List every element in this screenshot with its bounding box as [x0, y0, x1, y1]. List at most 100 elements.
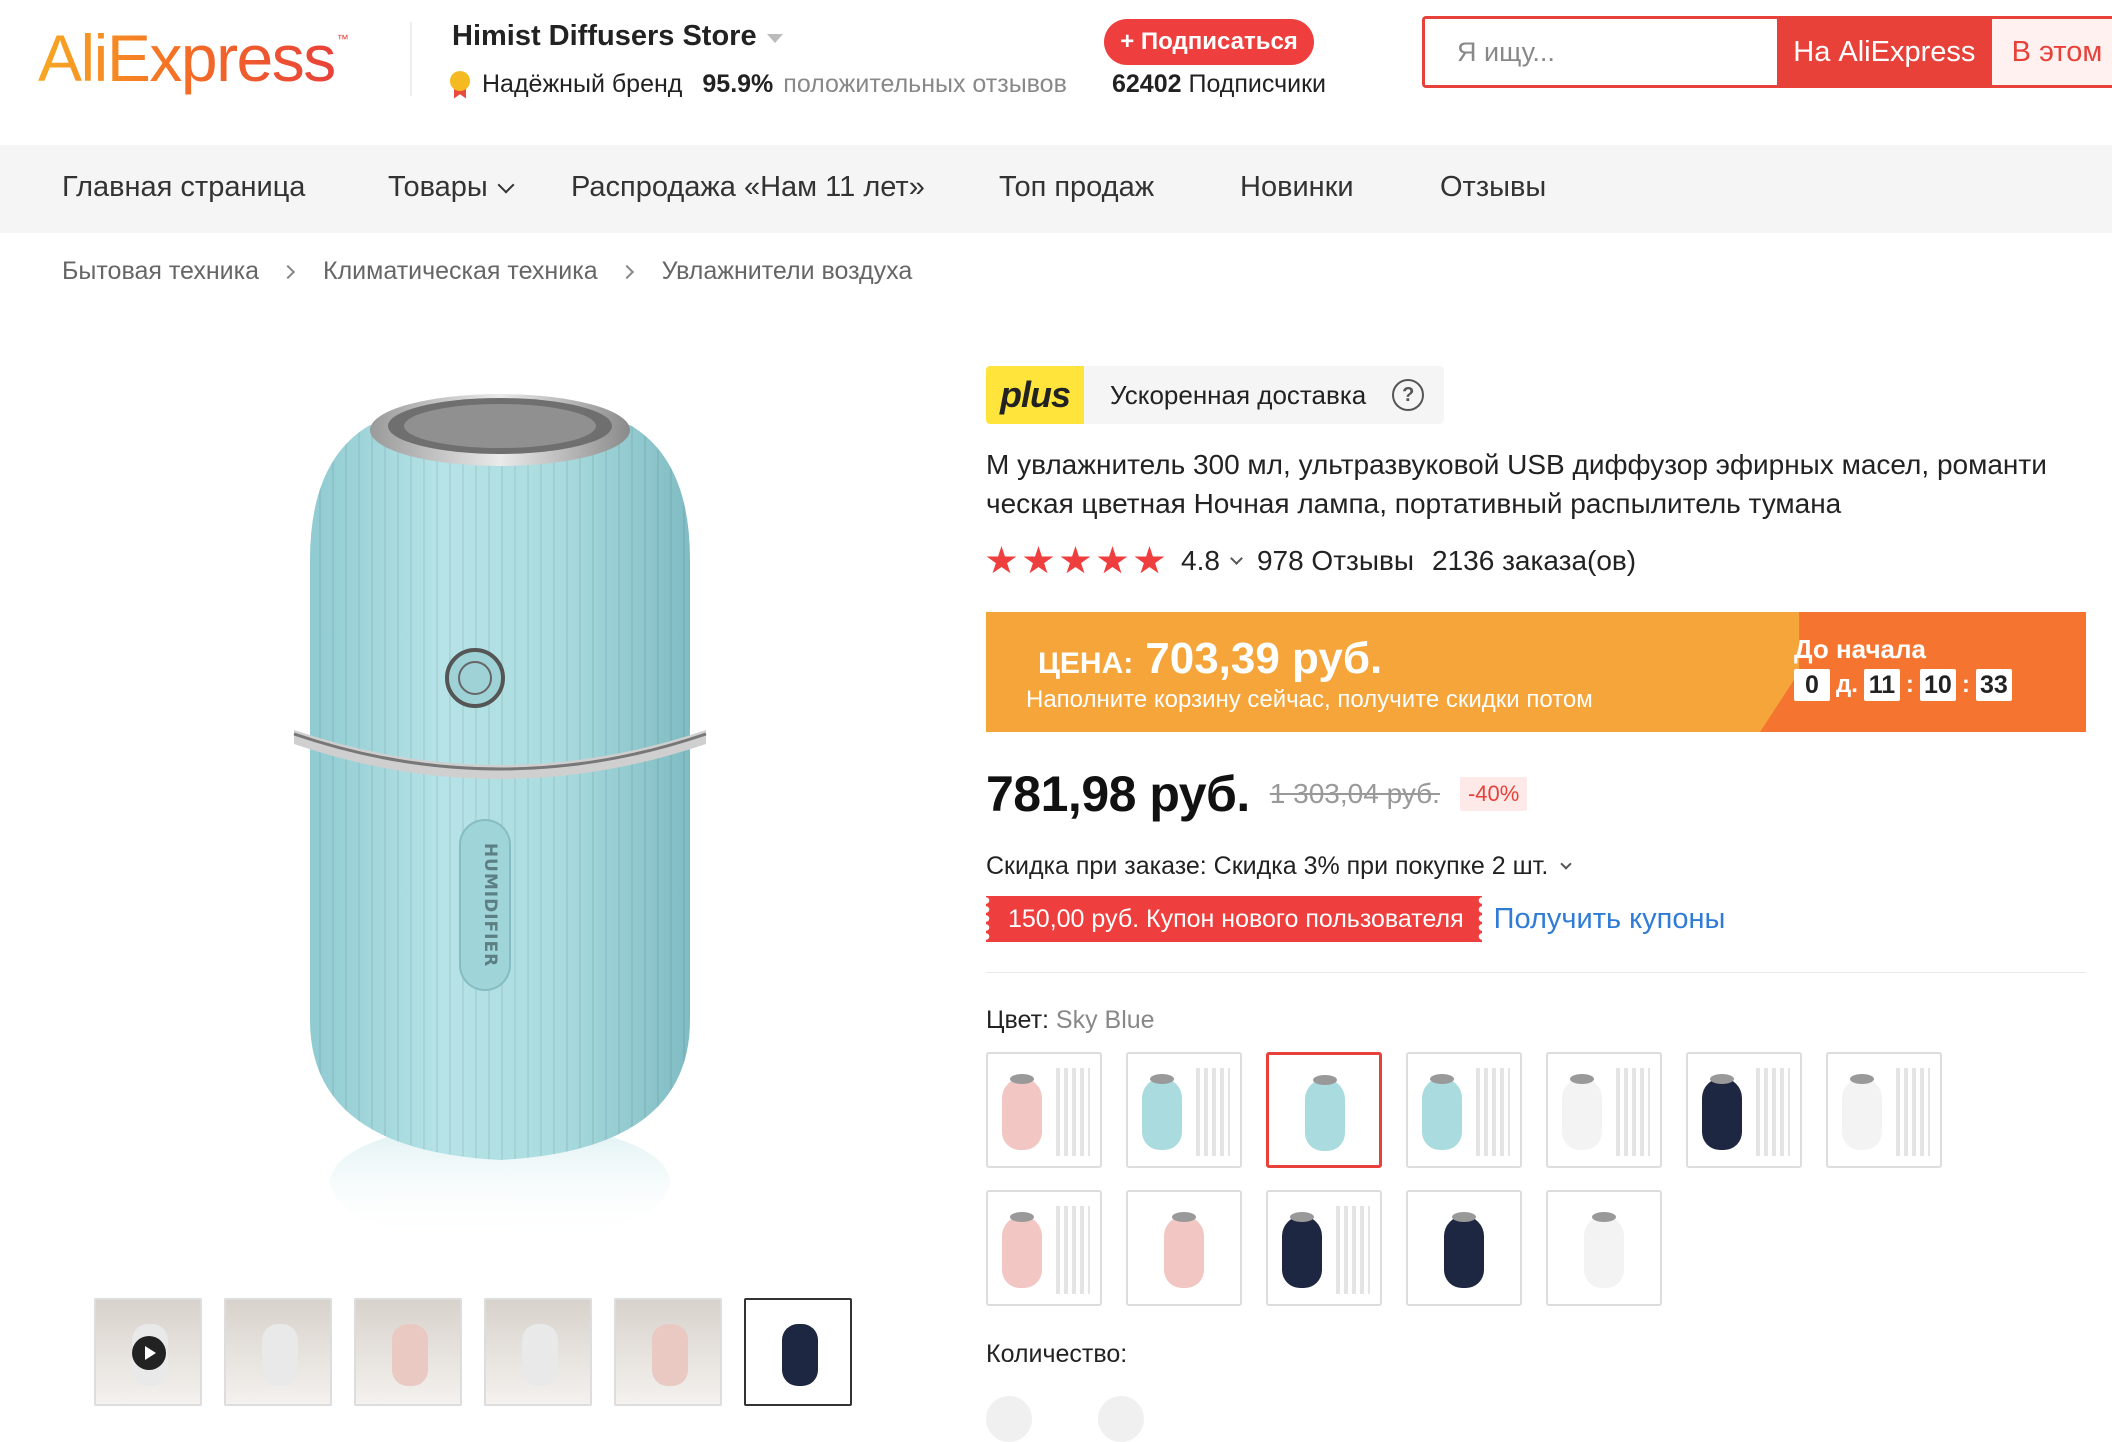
swatch-product-cap: [1570, 1074, 1594, 1084]
rating-value[interactable]: 4.8: [1181, 545, 1220, 577]
timer-separator: :: [1905, 671, 1914, 698]
image-thumbnails: [94, 1298, 852, 1406]
image-thumbnail[interactable]: [94, 1298, 202, 1406]
nav-item-home[interactable]: Главная страница: [62, 171, 305, 204]
swatch-product-image: [1562, 1078, 1602, 1150]
quantity-increase-button[interactable]: [1098, 1396, 1144, 1442]
product-title: М увлажнитель 300 мл, ультразвуковой USB…: [986, 449, 2047, 519]
banner-price-value: 703,39 руб.: [1145, 634, 1383, 683]
image-thumbnail[interactable]: [484, 1298, 592, 1406]
nav-item-label: Главная страница: [62, 171, 306, 203]
current-price: 781,98 руб.: [986, 766, 1250, 822]
thumbnail-product-image: [262, 1324, 298, 1386]
subscribe-button[interactable]: + Подписаться: [1104, 19, 1314, 65]
play-icon[interactable]: [132, 1336, 166, 1370]
swatch-product-image: [1584, 1216, 1624, 1288]
nav-item-reviews[interactable]: Отзывы: [1440, 171, 1546, 204]
swatch-product-cap: [1710, 1074, 1734, 1084]
timer-hours: 11: [1863, 669, 1900, 701]
product-main-image[interactable]: HUMIDIFIER: [150, 330, 870, 1270]
store-nav: Главная страница Товары Распродажа «Нам …: [0, 145, 2112, 233]
search-input[interactable]: [1425, 19, 1777, 85]
store-name-text: Himist Diffusers Store: [452, 20, 757, 52]
breadcrumb-item[interactable]: Бытовая техника: [62, 257, 259, 286]
store-name[interactable]: Himist Diffusers Store: [452, 20, 783, 53]
discount-badge: -40%: [1459, 777, 1528, 811]
star-icon: [1023, 546, 1054, 574]
color-swatch[interactable]: [1546, 1052, 1662, 1168]
logo-text: AliExpress: [38, 18, 336, 98]
positive-percent: 95.9%: [702, 70, 774, 98]
bulk-discount[interactable]: Скидка при заказе: Скидка 3% при покупке…: [986, 852, 1572, 881]
star-icon: [1060, 546, 1091, 574]
image-thumbnail[interactable]: [354, 1298, 462, 1406]
swatch-product-cap: [1313, 1075, 1337, 1085]
color-swatch[interactable]: [1546, 1190, 1662, 1306]
swatch-product-cap: [1150, 1074, 1174, 1084]
timer-days-unit: д.: [1836, 671, 1858, 698]
new-user-coupon: 150,00 руб. Купон нового пользователя: [986, 896, 1482, 942]
timer-minutes: 10: [1919, 669, 1956, 701]
swatch-product-image: [1444, 1216, 1484, 1288]
help-icon[interactable]: ?: [1392, 379, 1425, 411]
nav-item-top-sales[interactable]: Топ продаж: [999, 171, 1154, 204]
star-icon: [1134, 546, 1165, 574]
swatch-product-cap: [1010, 1212, 1034, 1222]
image-thumbnail[interactable]: [224, 1298, 332, 1406]
color-swatch[interactable]: [986, 1052, 1102, 1168]
color-swatch[interactable]: [1826, 1052, 1942, 1168]
aliexpress-logo[interactable]: AliExpress ™: [38, 18, 349, 98]
search-store-button[interactable]: В этом: [1991, 19, 2112, 85]
reviews-count[interactable]: 978 Отзывы: [1257, 545, 1414, 577]
color-swatch[interactable]: [1686, 1052, 1802, 1168]
subscribers-number: 62402: [1112, 70, 1182, 98]
countdown-timer: До начала 0 д. 11 : 10 : 33: [1794, 634, 2012, 701]
swatch-product-cap: [1592, 1212, 1616, 1222]
swatch-product-image: [1002, 1216, 1042, 1288]
nav-item-label: Топ продаж: [999, 171, 1155, 203]
nav-item-label: Новинки: [1240, 171, 1354, 203]
swatch-refill-sticks: [1336, 1206, 1370, 1294]
store-meta: Надёжный бренд 95.9% положительных отзыв…: [448, 70, 1067, 99]
swatch-product-cap: [1010, 1074, 1034, 1084]
swatch-refill-sticks: [1476, 1068, 1510, 1156]
plus-logo: plus: [986, 366, 1084, 424]
swatch-refill-sticks: [1056, 1068, 1090, 1156]
swatch-product-image: [1305, 1079, 1345, 1151]
color-swatch[interactable]: [1266, 1190, 1382, 1306]
timer-title: До начала: [1794, 634, 1926, 664]
color-swatch[interactable]: [986, 1190, 1102, 1306]
color-swatch[interactable]: [1266, 1052, 1382, 1168]
nav-item-sale[interactable]: Распродажа «Нам 11 лет»: [571, 171, 925, 204]
thumbnail-product-image: [782, 1324, 818, 1386]
swatch-product-cap: [1172, 1212, 1196, 1222]
search-aliexpress-button[interactable]: На AliExpress: [1777, 19, 1992, 85]
chevron-down-icon[interactable]: [766, 34, 783, 43]
breadcrumb-item[interactable]: Климатическая техника: [323, 257, 598, 286]
brand-badge: Надёжный бренд: [482, 70, 683, 98]
color-swatch[interactable]: [1126, 1190, 1242, 1306]
chevron-down-icon[interactable]: [1230, 551, 1243, 565]
site-header: AliExpress ™ Himist Diffusers Store Надё…: [0, 0, 2112, 145]
swatch-product-image: [1164, 1216, 1204, 1288]
color-swatch[interactable]: [1406, 1190, 1522, 1306]
medal-icon: [448, 70, 472, 99]
color-swatch[interactable]: [1126, 1052, 1242, 1168]
get-coupons-link[interactable]: Получить купоны: [1494, 903, 1726, 936]
nav-item-products[interactable]: Товары: [388, 171, 515, 204]
thumbnail-product-image: [522, 1324, 558, 1386]
bulk-discount-text: Скидка при заказе: Скидка 3% при покупке…: [986, 852, 1549, 880]
image-thumbnail[interactable]: [744, 1298, 852, 1406]
timer-days: 0: [1794, 669, 1830, 701]
swatch-product-image: [1142, 1078, 1182, 1150]
quantity-decrease-button[interactable]: [986, 1396, 1032, 1442]
banner-price-label: ЦЕНА:: [1038, 647, 1134, 680]
color-swatch[interactable]: [1406, 1052, 1522, 1168]
star-rating[interactable]: [986, 546, 1165, 576]
nav-item-new[interactable]: Новинки: [1240, 171, 1354, 204]
swatch-refill-sticks: [1616, 1068, 1650, 1156]
swatch-product-image: [1282, 1216, 1322, 1288]
breadcrumb-item[interactable]: Увлажнители воздуха: [662, 257, 913, 286]
chevron-right-icon: [280, 264, 296, 279]
image-thumbnail[interactable]: [614, 1298, 722, 1406]
